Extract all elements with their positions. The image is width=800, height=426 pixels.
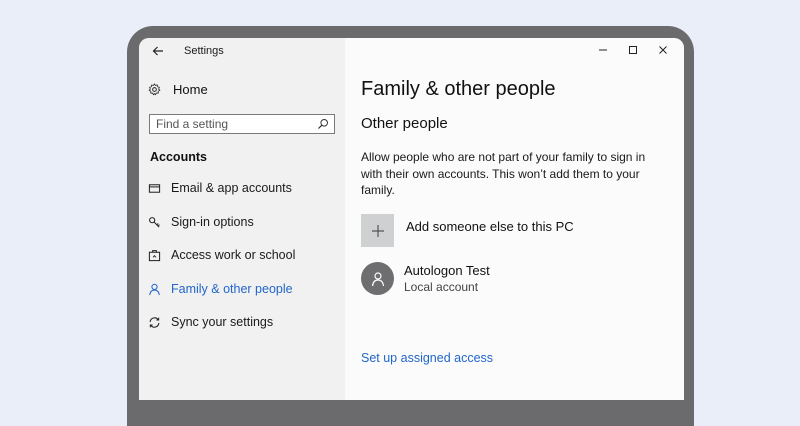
gear-icon	[148, 83, 161, 96]
card-icon	[148, 183, 161, 193]
settings-window: Settings Home Accounts Email & app accou…	[139, 38, 684, 400]
section-heading-accounts: Accounts	[150, 150, 207, 164]
avatar	[361, 262, 394, 295]
sidebar-item-label: Email & app accounts	[171, 181, 292, 195]
sidebar-item-email-app-accounts[interactable]: Email & app accounts	[148, 181, 292, 195]
user-details: Autologon Test Local account	[404, 262, 490, 294]
key-icon	[149, 216, 160, 228]
sync-icon	[149, 316, 160, 328]
minimize-icon	[599, 49, 607, 51]
page-title: Family & other people	[361, 78, 556, 100]
briefcase-icon	[148, 249, 161, 261]
sidebar-item-access-work-school[interactable]: Access work or school	[148, 248, 295, 262]
search-input[interactable]	[156, 116, 306, 132]
main-content: Family & other people Other people Allow…	[345, 38, 684, 400]
maximize-icon	[629, 46, 637, 54]
plus-icon	[371, 224, 384, 237]
add-someone-button[interactable]: Add someone else to this PC	[361, 214, 574, 247]
assigned-access-link[interactable]: Set up assigned access	[361, 351, 493, 365]
section-description: Allow people who are not part of your fa…	[361, 150, 646, 197]
add-someone-label: Add someone else to this PC	[406, 219, 574, 234]
maximize-button[interactable]	[618, 42, 648, 58]
window-controls	[588, 42, 678, 58]
sidebar-item-label: Family & other people	[171, 282, 293, 296]
sidebar: Settings Home Accounts Email & app accou…	[139, 38, 345, 400]
back-button[interactable]	[150, 43, 166, 59]
section-subtitle: Other people	[361, 115, 448, 132]
user-account-item[interactable]: Autologon Test Local account	[361, 262, 490, 295]
search-field[interactable]	[149, 114, 335, 134]
close-button[interactable]	[648, 42, 678, 58]
app-title: Settings	[184, 45, 224, 57]
user-avatar-icon	[371, 271, 384, 286]
user-name: Autologon Test	[404, 263, 490, 278]
add-tile	[361, 214, 394, 247]
search-icon	[318, 119, 328, 129]
sidebar-item-label: Sync your settings	[171, 315, 274, 329]
sidebar-item-label: Sign-in options	[171, 215, 254, 229]
home-label: Home	[173, 82, 208, 97]
sidebar-item-family-other-people[interactable]: Family & other people	[148, 282, 293, 296]
close-icon	[659, 46, 667, 54]
sidebar-item-sync-settings[interactable]: Sync your settings	[148, 315, 273, 329]
back-arrow-icon	[152, 46, 163, 56]
person-icon	[149, 283, 160, 295]
sidebar-item-label: Access work or school	[171, 248, 296, 262]
sidebar-item-home[interactable]: Home	[148, 82, 208, 97]
minimize-button[interactable]	[588, 42, 618, 58]
sidebar-item-sign-in-options[interactable]: Sign-in options	[148, 215, 254, 229]
user-account-type: Local account	[404, 280, 479, 294]
